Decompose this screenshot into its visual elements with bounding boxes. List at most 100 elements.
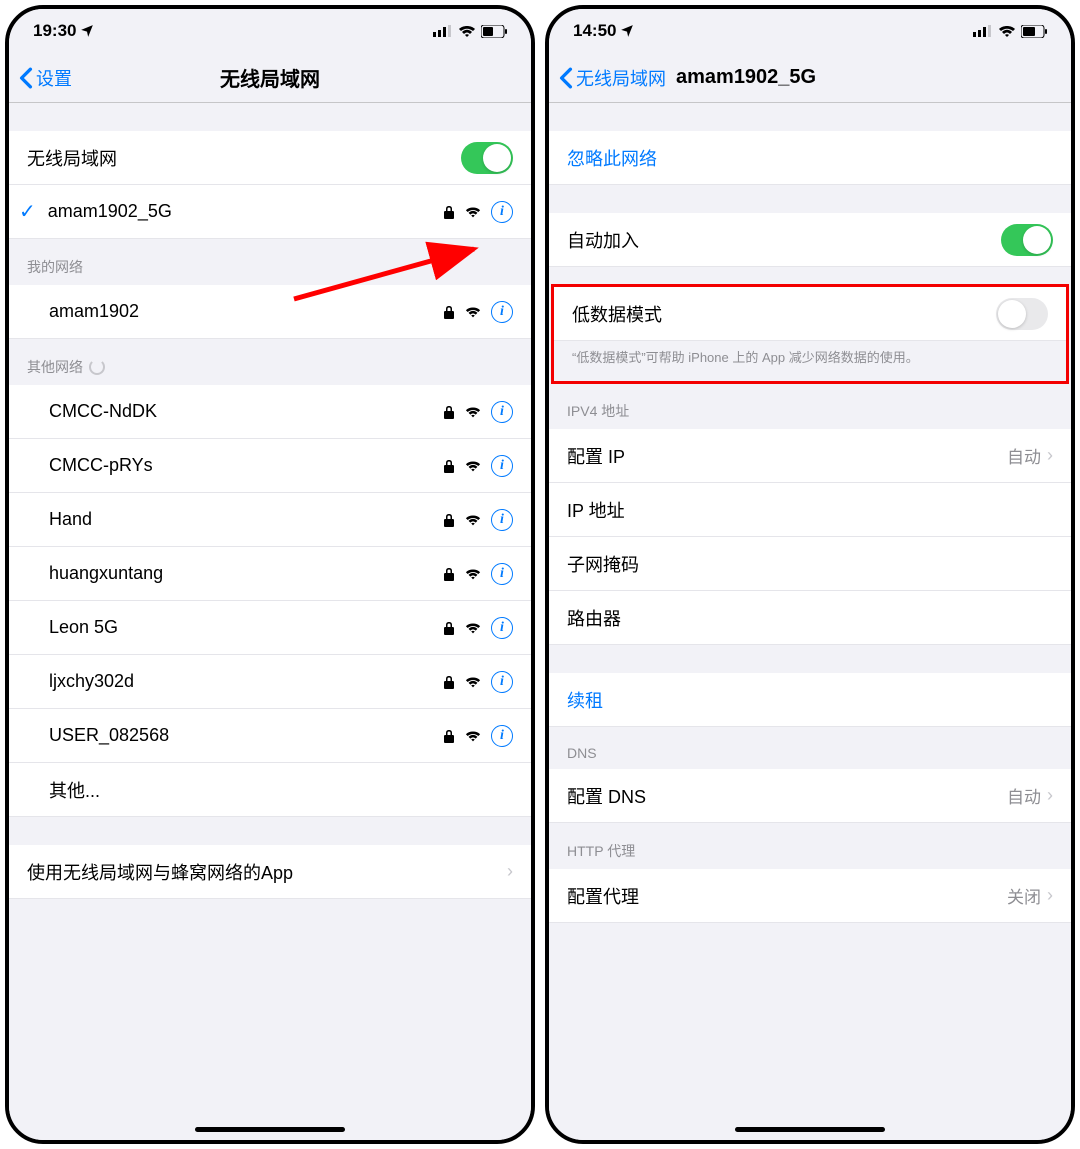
chevron-right-icon: › [1047,445,1053,466]
low-data-mode-cell[interactable]: 低数据模式 [554,287,1066,341]
loading-spinner-icon [89,359,105,375]
back-button[interactable]: 无线局域网 [559,65,666,91]
my-network-cell[interactable]: amam1902 i [9,285,531,339]
my-networks-header: 我的网络 [9,239,531,285]
battery-icon [1021,25,1047,38]
nav-bar: 无线局域网 amam1902_5G [549,53,1071,103]
wifi-toggle-cell[interactable]: 无线局域网 [9,131,531,185]
back-button[interactable]: 设置 [19,65,72,91]
highlighted-section: 低数据模式 “低数据模式”可帮助 iPhone 上的 App 减少网络数据的使用… [551,284,1069,384]
ip-address-cell: IP 地址 [549,483,1071,537]
wifi-signal-icon [465,621,481,635]
info-icon[interactable]: i [491,725,513,747]
info-icon[interactable]: i [491,455,513,477]
wifi-signal-icon [465,567,481,581]
wifi-icon [458,24,476,38]
subnet-mask-label: 子网掩码 [567,551,1053,577]
network-name: CMCC-NdDK [49,401,443,422]
forget-network-label: 忽略此网络 [567,145,1053,171]
other-network-cell[interactable]: CMCC-pRYs i [9,439,531,493]
lock-icon [443,621,455,635]
network-name: CMCC-pRYs [49,455,443,476]
lock-icon [443,513,455,527]
configure-proxy-cell[interactable]: 配置代理 关闭 › [549,869,1071,923]
configure-dns-cell[interactable]: 配置 DNS 自动 › [549,769,1071,823]
wifi-settings-content: 无线局域网 ✓ amam1902_5G i 我的网络 amam1902 i 其他… [9,103,531,1140]
other-network-cell[interactable]: ljxchy302d i [9,655,531,709]
signal-icon [973,25,993,37]
wifi-signal-icon [465,729,481,743]
router-cell: 路由器 [549,591,1071,645]
wifi-toggle[interactable] [461,142,513,174]
wifi-signal-icon [465,405,481,419]
configure-ip-label: 配置 IP [567,443,1007,469]
check-icon: ✓ [19,199,36,224]
info-icon[interactable]: i [491,563,513,585]
nav-title: amam1902_5G [676,66,816,89]
network-name: Hand [49,509,443,530]
lock-icon [443,459,455,473]
lock-icon [443,205,455,219]
configure-dns-value: 自动 [1007,783,1041,808]
forget-network-cell[interactable]: 忽略此网络 [549,131,1071,185]
wifi-icon [998,24,1016,38]
wifi-signal-icon [465,513,481,527]
lock-icon [443,305,455,319]
other-network-cell[interactable]: Leon 5Gi [9,601,531,655]
other-network-cell[interactable]: huangxuntang i [9,547,531,601]
chevron-right-icon: › [1047,885,1053,906]
renew-lease-label: 续租 [567,687,1053,713]
low-data-mode-description: “低数据模式”可帮助 iPhone 上的 App 减少网络数据的使用。 [554,341,1066,381]
status-time: 19:30 [33,21,76,41]
auto-join-toggle[interactable] [1001,224,1053,256]
renew-lease-cell[interactable]: 续租 [549,673,1071,727]
http-proxy-header: HTTP 代理 [549,823,1071,869]
info-icon[interactable]: i [491,671,513,693]
wifi-signal-icon [465,675,481,689]
router-label: 路由器 [567,605,1053,631]
info-icon[interactable]: i [491,201,513,223]
other-network-cell[interactable]: Hand i [9,493,531,547]
other-network-cell[interactable]: USER_082568i [9,709,531,763]
info-icon[interactable]: i [491,301,513,323]
configure-ip-cell[interactable]: 配置 IP 自动 › [549,429,1071,483]
lock-icon [443,405,455,419]
network-detail-content: 忽略此网络 自动加入 低数据模式 “低数据模式”可帮助 iPhone 上的 Ap… [549,103,1071,1140]
connected-network-cell[interactable]: ✓ amam1902_5G i [9,185,531,239]
network-name: huangxuntang [49,563,443,584]
info-icon[interactable]: i [491,509,513,531]
nav-bar: 设置 无线局域网 [9,53,531,103]
wifi-apps-cell[interactable]: 使用无线局域网与蜂窝网络的App › [9,845,531,899]
lock-icon [443,567,455,581]
chevron-right-icon: › [507,861,513,882]
right-screenshot: 14:50 无线局域网 amam1902_5G 忽略此网络 自动加入 低数 [545,5,1075,1144]
low-data-mode-label: 低数据模式 [572,301,996,327]
home-indicator[interactable] [195,1127,345,1132]
chevron-left-icon [559,67,573,89]
info-icon[interactable]: i [491,401,513,423]
info-icon[interactable]: i [491,617,513,639]
other-networks-header: 其他网络 [9,339,531,385]
configure-proxy-label: 配置代理 [567,883,1007,909]
configure-dns-label: 配置 DNS [567,783,1007,809]
left-screenshot: 19:30 设置 无线局域网 无线 [5,5,535,1144]
configure-ip-value: 自动 [1007,443,1041,468]
status-bar: 14:50 [549,9,1071,53]
status-bar: 19:30 [9,9,531,53]
low-data-mode-toggle[interactable] [996,298,1048,330]
other-network-cell[interactable]: CMCC-NdDK i [9,385,531,439]
nav-title: 无线局域网 [9,63,531,92]
battery-icon [481,25,507,38]
home-indicator[interactable] [735,1127,885,1132]
network-name: ljxchy302d [49,671,443,692]
wifi-signal-icon [465,305,481,319]
other-network-manual-cell[interactable]: 其他... [9,763,531,817]
network-name: amam1902 [49,301,443,322]
subnet-mask-cell: 子网掩码 [549,537,1071,591]
location-icon [620,24,634,38]
other-label: 其他... [49,777,513,803]
dns-header: DNS [549,727,1071,769]
wifi-signal-icon [465,205,481,219]
auto-join-cell[interactable]: 自动加入 [549,213,1071,267]
auto-join-label: 自动加入 [567,227,1001,253]
